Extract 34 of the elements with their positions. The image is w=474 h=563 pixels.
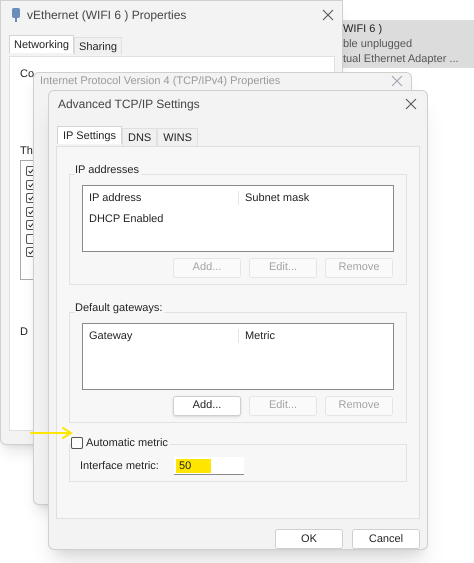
tab[interactable]: IP Settings — [57, 126, 122, 144]
metric-field[interactable]: 50 — [174, 457, 244, 476]
network-adapter-icon — [11, 7, 21, 23]
close-icon[interactable] — [405, 98, 417, 110]
adapter-text: tual Ethernet Adapter ... — [343, 52, 460, 67]
window-title: Internet Protocol Version 4 (TCP/IPv4) Properties — [40, 75, 282, 88]
connect-label: Co — [20, 67, 34, 82]
window-title: Advanced TCP/IP Settings — [58, 96, 201, 113]
adapter-panel[interactable]: WIFI 6 ) ble unplugged tual Ethernet Adapter ... — [343, 20, 474, 68]
tab[interactable]: WINS — [157, 128, 198, 146]
checkbox-label: Automatic metric — [86, 436, 168, 451]
dialog-button[interactable]: Cancel — [352, 529, 420, 549]
dialog-button[interactable]: Add... — [173, 396, 241, 416]
column-header[interactable]: Subnet mask — [239, 190, 310, 205]
tab[interactable]: Sharing — [74, 37, 122, 55]
tab[interactable]: Networking — [9, 35, 74, 53]
field-value: 50 — [176, 458, 212, 473]
tab[interactable]: DNS — [122, 128, 158, 146]
close-icon[interactable] — [322, 9, 334, 21]
adapter-text: WIFI 6 ) — [343, 22, 384, 37]
group-title: Default gateways: — [75, 302, 164, 314]
list-row[interactable]: DHCP Enabled — [89, 212, 393, 226]
field-label: Interface metric: — [80, 458, 160, 474]
column-header[interactable]: IP address — [89, 190, 239, 205]
adapter-text: ble unplugged — [343, 37, 414, 52]
description-label: D — [20, 325, 28, 340]
arrow-annotation — [30, 426, 74, 440]
column-header[interactable]: Gateway — [89, 328, 239, 343]
items-label: Th — [20, 144, 33, 159]
dialog-button[interactable]: OK — [275, 529, 343, 549]
group-title: IP addresses — [75, 164, 142, 176]
window-title: vEthernet (WIFI 6 ) Properties — [27, 7, 188, 24]
checkbox[interactable] — [71, 436, 83, 449]
column-header[interactable]: Metric — [239, 328, 275, 343]
